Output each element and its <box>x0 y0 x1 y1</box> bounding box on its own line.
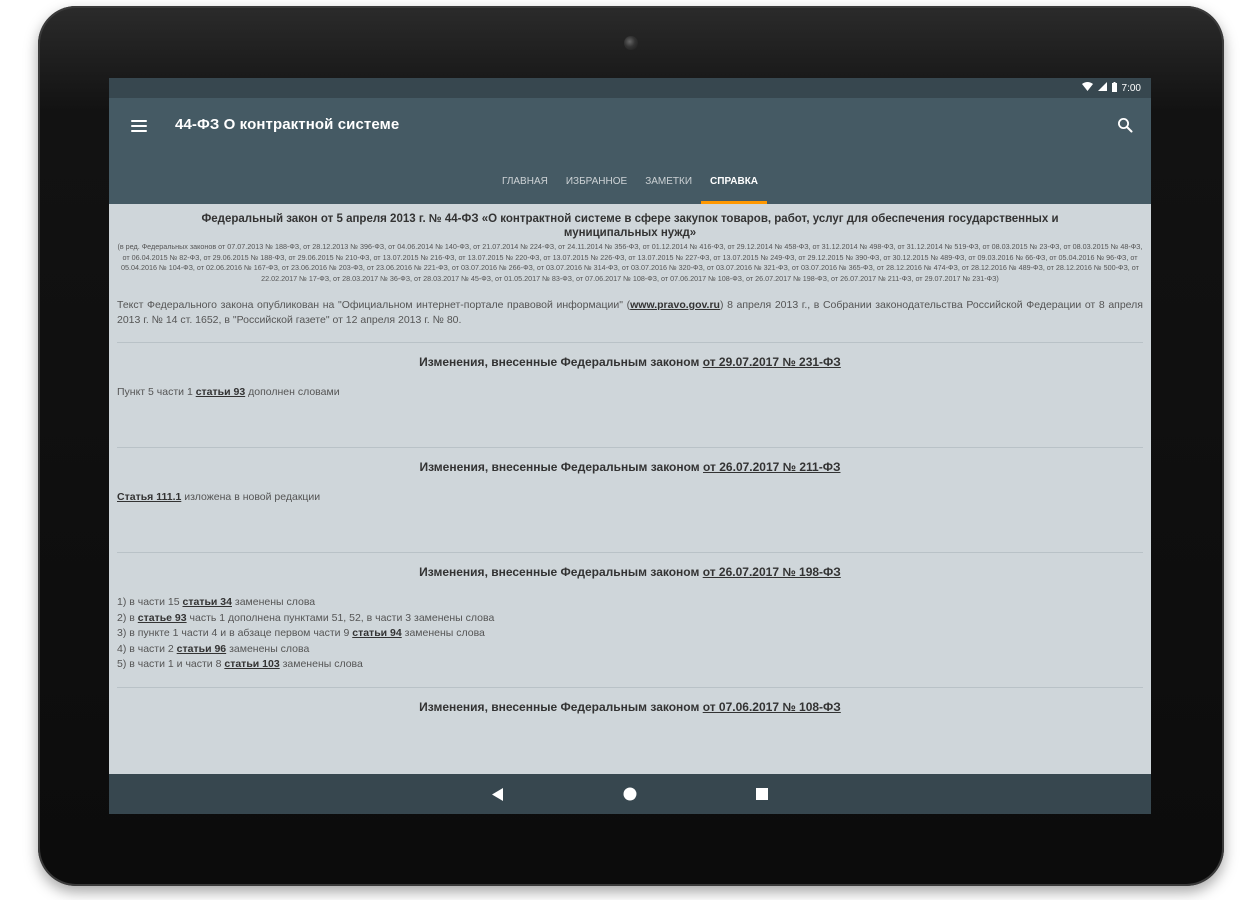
status-bar: 7:00 <box>109 78 1151 98</box>
article-link[interactable]: статье 93 <box>138 612 187 624</box>
change-line-before: Пункт 5 части 1 <box>117 386 196 398</box>
article-link[interactable]: статьи 96 <box>177 643 226 655</box>
change-block: Изменения, внесенные Федеральным законом… <box>117 447 1143 538</box>
change-line-after: заменены слова <box>279 658 363 670</box>
change-line: Статья 111.1 изложена в новой редакции <box>117 490 1143 506</box>
app-title: 44-ФЗ О контрактной системе <box>175 116 400 133</box>
change-block: Изменения, внесенные Федеральным законом… <box>117 342 1143 433</box>
signal-icon <box>1097 82 1107 94</box>
content-area[interactable]: Федеральный закон от 5 апреля 2013 г. № … <box>109 204 1151 774</box>
change-line-after: изложена в новой редакции <box>181 491 321 503</box>
change-lines: Статья 111.1 изложена в новой редакции <box>117 490 1143 538</box>
change-law-link[interactable]: от 29.07.2017 № 231-ФЗ <box>703 355 841 369</box>
recents-icon[interactable] <box>752 784 772 804</box>
tab-favorites[interactable]: Избранное <box>557 158 636 204</box>
article-link[interactable]: статьи 34 <box>183 596 232 608</box>
article-link[interactable]: статьи 94 <box>352 627 401 639</box>
wifi-icon <box>1081 82 1093 94</box>
app-bar: 44-ФЗ О контрактной системе Главная Избр… <box>109 98 1151 204</box>
tab-bar: Главная Избранное Заметки Справка <box>109 158 1151 204</box>
change-line-after: заменены слова <box>226 642 310 655</box>
camera-icon <box>624 36 638 50</box>
search-icon[interactable] <box>1117 117 1133 133</box>
back-icon[interactable] <box>488 784 508 804</box>
status-time: 7:00 <box>1121 82 1141 94</box>
change-law-link[interactable]: от 26.07.2017 № 211-ФЗ <box>703 460 840 474</box>
home-icon[interactable] <box>620 784 640 804</box>
change-line-before: 3) в пункте 1 части 4 и в абзаце первом … <box>117 627 353 639</box>
change-law-link[interactable]: от 26.07.2017 № 198-ФЗ <box>703 565 841 579</box>
battery-icon <box>1111 81 1117 95</box>
law-editions: (в ред. Федеральных законов от 07.07.201… <box>117 242 1143 283</box>
change-heading: Изменения, внесенные Федеральным законом… <box>117 460 1143 474</box>
publication-info: Текст Федерального закона опубликован на… <box>117 298 1143 328</box>
change-block: Изменения, внесенные Федеральным законом… <box>117 686 1143 714</box>
tablet-device: 7:00 44-ФЗ О контрактной системе Главная… <box>38 6 1224 886</box>
change-heading-text: Изменения, внесенные Федеральным законом <box>419 460 704 474</box>
change-heading-text: Изменения, внесенные Федеральным законом <box>419 565 703 579</box>
change-heading: Изменения, внесенные Федеральным законом… <box>117 565 1143 579</box>
law-title: Федеральный закон от 5 апреля 2013 г. № … <box>201 213 1059 239</box>
change-line-before: 2) в <box>117 611 138 624</box>
change-lines: Пункт 5 части 1 статьи 93 дополнен слова… <box>117 385 1143 433</box>
tab-help[interactable]: Справка <box>701 158 767 204</box>
change-line: 5) в части 1 и части 8 статьи 103 замене… <box>117 657 1143 673</box>
change-line-before: 4) в части 2 <box>117 642 177 655</box>
change-line-after: заменены слова <box>231 596 316 608</box>
article-link[interactable]: Статья 111.1 <box>117 491 181 503</box>
change-line-after: часть 1 дополнена пунктами 51, 52, в час… <box>186 611 495 624</box>
tab-home[interactable]: Главная <box>493 158 557 204</box>
change-line-after: дополнен словами <box>245 386 340 398</box>
change-law-link[interactable]: от 07.06.2017 № 108-ФЗ <box>703 700 841 714</box>
change-line: 1) в части 15 статьи 34 заменены слова <box>117 595 1143 611</box>
navigation-bar <box>109 774 1151 814</box>
change-heading: Изменения, внесенные Федеральным законом… <box>117 355 1143 369</box>
change-line: 2) в статье 93 часть 1 дополнена пунктам… <box>117 611 1143 627</box>
change-line: 4) в части 2 статьи 96 заменены слова <box>117 642 1143 658</box>
change-line: Пункт 5 части 1 статьи 93 дополнен слова… <box>117 385 1143 401</box>
change-heading-text: Изменения, внесенные Федеральным законом <box>419 355 703 369</box>
change-heading-text: Изменения, внесенные Федеральным законом <box>419 699 703 714</box>
change-heading: Изменения, внесенные Федеральным законом… <box>117 700 1143 714</box>
pravo-link[interactable]: www.pravo.gov.ru <box>630 299 720 311</box>
change-line: 3) в пункте 1 части 4 и в абзаце первом … <box>117 626 1143 642</box>
menu-icon[interactable] <box>131 120 147 132</box>
change-line-before: 5) в части 1 и части 8 <box>117 658 225 670</box>
publication-text-before: Текст Федерального закона опубликован на… <box>117 299 631 311</box>
article-link[interactable]: статьи 93 <box>196 386 245 398</box>
article-link[interactable]: статьи 103 <box>224 658 279 670</box>
tab-notes[interactable]: Заметки <box>636 158 701 204</box>
change-lines: 1) в части 15 статьи 34 заменены слова 2… <box>117 595 1143 673</box>
change-line-after: заменены слова <box>401 627 485 639</box>
change-line-before: 1) в части 15 <box>117 596 183 608</box>
change-block: Изменения, внесенные Федеральным законом… <box>117 552 1143 673</box>
screen: 7:00 44-ФЗ О контрактной системе Главная… <box>109 78 1151 814</box>
